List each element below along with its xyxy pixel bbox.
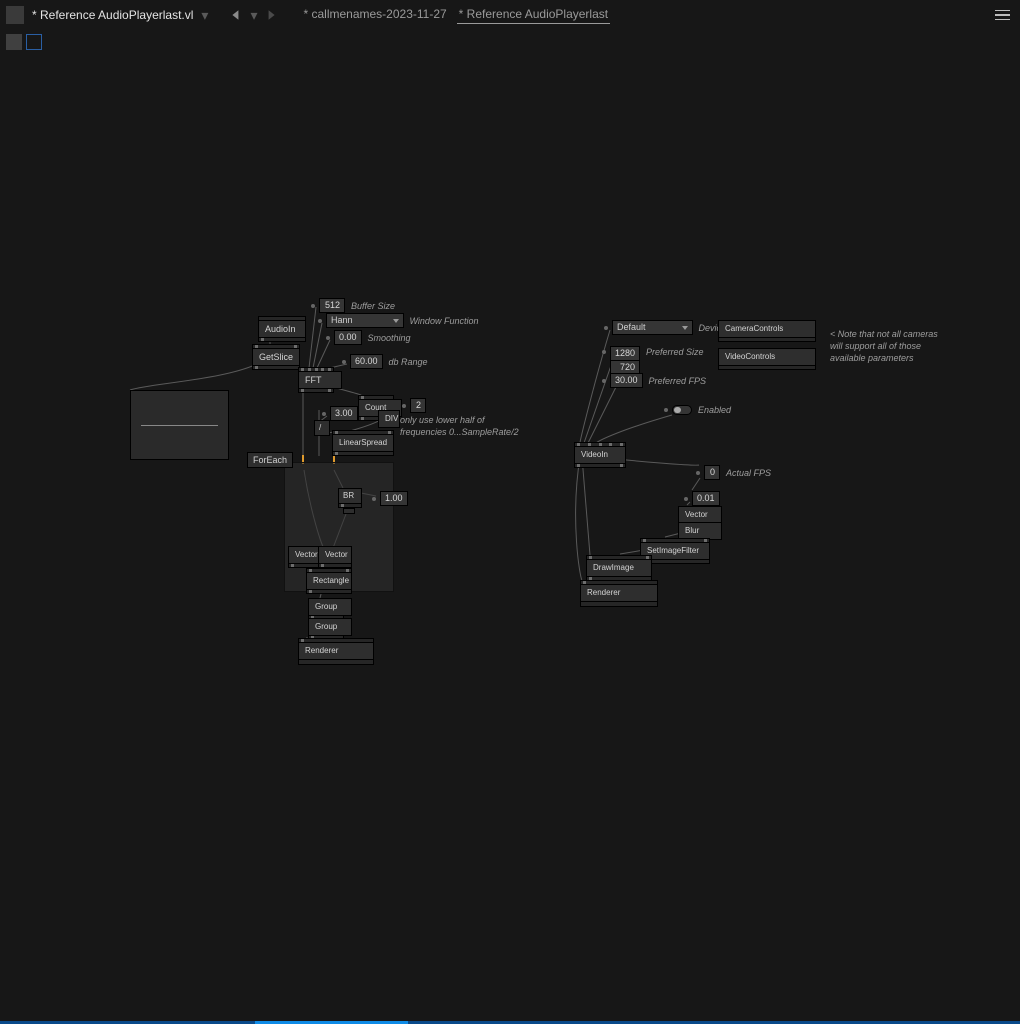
iobox-actual-fps[interactable]: 0 Actual FPS	[692, 465, 771, 480]
node-vector-1[interactable]: Vector	[288, 546, 322, 568]
node-label: Group	[308, 618, 352, 636]
node-slash[interactable]: /	[314, 420, 330, 436]
node-label: GetSlice	[252, 348, 300, 366]
node-label: LinearSpread	[332, 434, 394, 452]
top-bar: * Reference AudioPlayerlast.vl ▾ ▾ * cal…	[0, 0, 1020, 30]
iobox-label: Preferred Size	[646, 347, 704, 357]
iobox-window-function[interactable]: Hann Window Function	[314, 313, 478, 328]
iobox-preferred-size[interactable]: 1280 720 Preferred Size	[598, 346, 704, 375]
iobox-label: Buffer Size	[351, 301, 395, 311]
node-vector-2[interactable]: Vector	[318, 546, 352, 568]
patch-canvas[interactable]: AudioIn GetSlice FFT 512 Buffer Size Han…	[0, 50, 1020, 1020]
node-rectangle[interactable]: Rectangle	[306, 568, 352, 594]
iobox-value[interactable]: 0.01	[692, 491, 720, 506]
node-audioin[interactable]: AudioIn	[258, 316, 306, 342]
iobox-one[interactable]: 1.00	[368, 491, 408, 506]
iobox-db-range[interactable]: 60.00 db Range	[338, 354, 428, 369]
document-icon[interactable]	[6, 6, 24, 24]
node-label: FFT	[298, 371, 342, 389]
node-videoin[interactable]: VideoIn	[574, 442, 626, 468]
patch-tab-2[interactable]	[26, 34, 42, 50]
iobox-value[interactable]: 60.00	[350, 354, 383, 369]
node-label: AudioIn	[258, 320, 306, 338]
node-label: VideoIn	[574, 446, 626, 464]
node-label: Renderer	[298, 642, 374, 660]
iobox-3[interactable]: 3.00	[318, 406, 358, 421]
node-fft[interactable]: FFT	[298, 367, 334, 393]
iobox-label: db Range	[389, 357, 428, 367]
node-label: Vector	[288, 546, 322, 564]
window-function-dropdown[interactable]: Hann	[326, 313, 404, 328]
node-label: Vector	[318, 546, 352, 564]
iobox-label: Actual FPS	[726, 468, 771, 478]
iobox-value[interactable]: 1.00	[380, 491, 408, 506]
node-videocontrols[interactable]: VideoControls	[718, 348, 816, 370]
node-renderer-right[interactable]: Renderer	[580, 580, 658, 607]
iobox-0p01[interactable]: 0.01	[680, 491, 720, 506]
iobox-value[interactable]: 512	[319, 298, 345, 313]
iobox-enabled[interactable]: Enabled	[660, 405, 731, 415]
iobox-device[interactable]: Default Device	[600, 320, 726, 335]
node-label: /	[314, 420, 330, 436]
iobox-buffer-size[interactable]: 512 Buffer Size	[307, 298, 395, 313]
iobox-half[interactable]: 2	[398, 398, 426, 413]
iobox-label: Window Function	[410, 316, 479, 326]
node-linearspread[interactable]: LinearSpread	[332, 430, 394, 456]
node-br[interactable]: BR	[338, 488, 362, 508]
node-label: Rectangle	[306, 572, 352, 590]
iobox-preferred-fps[interactable]: 30.00 Preferred FPS	[598, 373, 706, 388]
nav-forward-icon	[265, 9, 277, 21]
node-div[interactable]: DIV	[378, 410, 400, 428]
node-drawimage[interactable]: DrawImage	[586, 555, 652, 581]
iobox-value[interactable]: 3.00	[330, 406, 358, 421]
waveform-preview	[130, 390, 229, 460]
region-label: ForEach	[247, 452, 293, 468]
dropdown-icon[interactable]: ▾	[201, 7, 208, 24]
tab-callmenames[interactable]: * callmenames-2023-11-27	[301, 7, 448, 23]
node-label: DrawImage	[586, 559, 652, 577]
iobox-value[interactable]: 30.00	[610, 373, 643, 388]
node-group-2[interactable]: Group	[308, 618, 344, 640]
node-label: Group	[308, 598, 352, 616]
node-renderer-left[interactable]: Renderer	[298, 638, 374, 665]
node-label: Renderer	[580, 584, 658, 602]
iobox-value[interactable]: 0.00	[334, 330, 362, 345]
iobox-smoothing[interactable]: 0.00 Smoothing	[322, 330, 411, 345]
chevron-down-icon	[682, 326, 688, 330]
nav-back-icon[interactable]	[230, 9, 242, 21]
comment-camera: < Note that not all cameras will support…	[830, 328, 938, 364]
iobox-label: Smoothing	[368, 333, 411, 343]
toggle-enabled[interactable]	[672, 405, 692, 415]
chevron-down-icon	[393, 319, 399, 323]
iobox-label: Preferred FPS	[649, 376, 707, 386]
node-label: VideoControls	[718, 348, 816, 366]
node-getslice[interactable]: GetSlice	[252, 344, 300, 370]
document-title: * Reference AudioPlayerlast.vl	[32, 8, 193, 22]
node-group-1[interactable]: Group	[308, 598, 344, 620]
patch-tab-1[interactable]	[6, 34, 22, 50]
iobox-label: Enabled	[698, 405, 731, 415]
nav-history-icon[interactable]: ▾	[250, 7, 257, 24]
iobox-value[interactable]: 2	[410, 398, 426, 413]
node-label: CameraControls	[718, 320, 816, 338]
node-dot[interactable]	[343, 508, 355, 514]
node-cameracontrols[interactable]: CameraControls	[718, 320, 816, 342]
comment-frequencies: only use lower half of frequencies 0...S…	[400, 414, 519, 438]
iobox-value[interactable]: 0	[704, 465, 720, 480]
tab-reference-audioplayer[interactable]: * Reference AudioPlayerlast	[457, 7, 610, 24]
main-menu-icon[interactable]	[991, 6, 1014, 25]
device-dropdown[interactable]: Default	[612, 320, 693, 335]
node-label: DIV	[378, 410, 400, 428]
node-label: BR	[338, 488, 362, 504]
iobox-value[interactable]: 1280	[610, 346, 640, 361]
